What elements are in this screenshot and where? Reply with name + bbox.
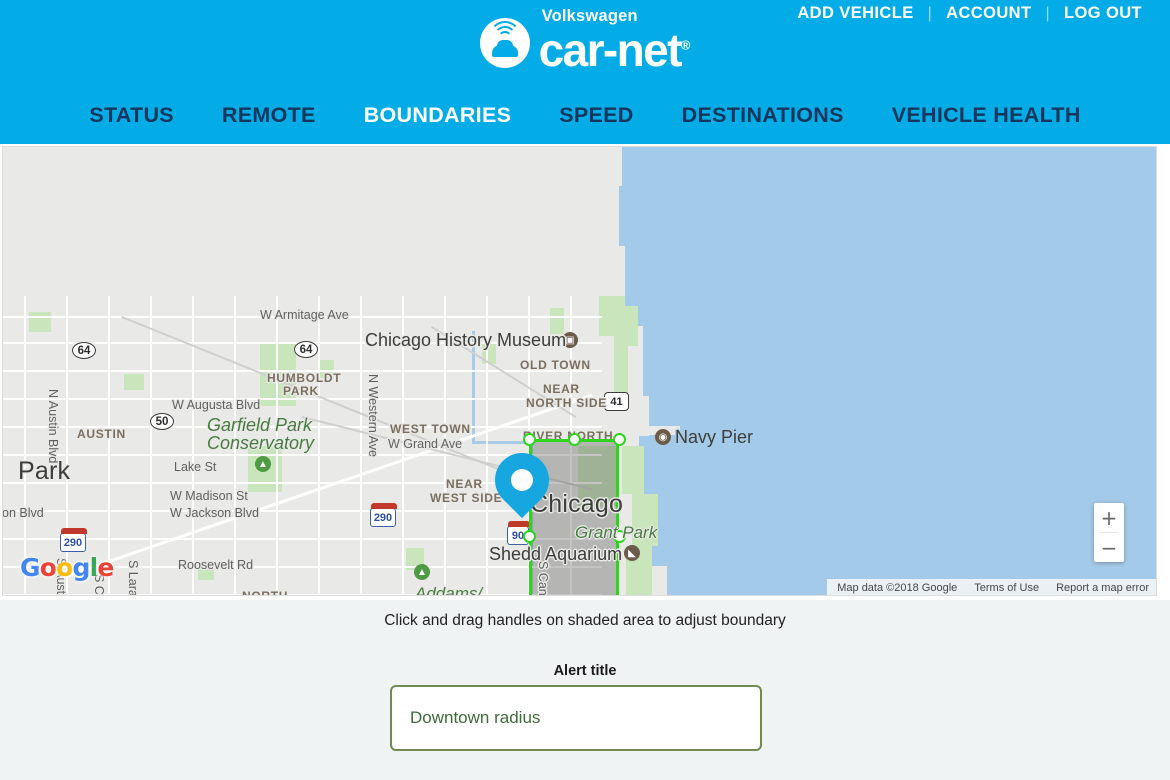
map-zoom-controls: + − [1094, 503, 1124, 562]
google-logo: Google [20, 553, 114, 582]
hood-label-north: NORTH [242, 589, 289, 596]
boundary-handle-n[interactable] [568, 433, 581, 446]
navy-pier-poi-icon[interactable]: ◉ [655, 429, 671, 445]
map-road-h4 [2, 398, 602, 400]
carnet-wifi-car-icon [479, 18, 530, 69]
hood-label-near-w: NEAR [446, 477, 483, 491]
park-poi-icon-garfield[interactable]: ▲ [255, 456, 271, 472]
street-label-s-laramie: S Laramie Ave [126, 560, 140, 596]
hood-label-humboldt-park: PARK [283, 384, 319, 398]
route-shield-290-a: 290 [370, 503, 397, 527]
boundary-handle-w[interactable] [523, 530, 536, 543]
alert-title-label: Alert title [553, 663, 617, 679]
map-shore-n2 [577, 186, 619, 246]
street-label-w-armitage: W Armitage Ave [260, 308, 349, 322]
hood-label-west-side: WEST SIDE [430, 491, 503, 505]
map-navy-pier-spit [622, 426, 680, 435]
map-road-v4 [150, 296, 152, 596]
map-park-grant [622, 446, 644, 494]
brand-manufacturer: Volkswagen [541, 7, 638, 25]
hood-label-near-s: NEAR [594, 594, 631, 596]
route-shield-64-w: 64 [72, 342, 96, 359]
park-poi-icon-addams[interactable]: ▲ [414, 564, 430, 580]
nav-vehicle-health[interactable]: VEHICLE HEALTH [868, 103, 1105, 128]
place-label-navy-pier: Navy Pier [675, 427, 754, 447]
map-road-v8 [318, 296, 320, 596]
boundary-hint-text: Click and drag handles on shaded area to… [384, 612, 786, 629]
report-map-error-link[interactable]: Report a map error [1056, 582, 1149, 594]
street-label-roosevelt: Roosevelt Rd [178, 558, 254, 572]
brand-logo[interactable]: Volkswagen car-net® [0, 8, 1170, 73]
park-label-addams: Addams/ [415, 584, 483, 596]
boundary-handle-ne[interactable] [613, 433, 626, 446]
map-road-v1 [24, 296, 26, 596]
street-label-s-canal: S Canal St [536, 561, 550, 596]
street-label-w-augusta: W Augusta Blvd [172, 398, 261, 412]
terms-of-use-link[interactable]: Terms of Use [974, 582, 1039, 594]
street-label-w-madison: W Madison St [170, 489, 248, 503]
park-label-conservatory: Conservatory [207, 433, 315, 453]
nav-boundaries[interactable]: BOUNDARIES [340, 103, 536, 128]
zoom-in-button[interactable]: + [1094, 503, 1124, 532]
map-data-credit: Map data ©2018 Google [837, 581, 958, 594]
route-shield-41-n: 41 [604, 392, 629, 411]
hood-label-old-town: OLD TOWN [520, 358, 591, 372]
hood-label-austin: AUSTIN [77, 427, 126, 441]
aquarium-poi-icon[interactable]: ◣ [624, 545, 640, 561]
hood-label-humboldt: HUMBOLDT [267, 371, 342, 385]
boundary-map[interactable]: ▣ ◉ ◣ ▲ ▲ 64 64 50 50 50 41 41 290 290 9… [2, 146, 1157, 596]
map-road-h8 [2, 510, 602, 512]
city-label-park: Park [18, 457, 71, 485]
park-label-grant: Grant Park [575, 523, 658, 542]
nav-destinations[interactable]: DESTINATIONS [658, 103, 868, 128]
place-label-shedd-aquarium: Shedd Aquarium [489, 544, 623, 564]
vehicle-map-pin-icon[interactable] [483, 441, 561, 519]
street-label-on-blvd: on Blvd [2, 506, 44, 520]
nav-speed[interactable]: SPEED [535, 103, 657, 128]
map-road-v5 [192, 296, 194, 596]
street-label-w-grand: W Grand Ave [388, 437, 463, 451]
alert-title-input[interactable] [390, 685, 762, 751]
main-nav: STATUS REMOTE BOUNDARIES SPEED DESTINATI… [0, 103, 1170, 128]
map-attribution: Map data ©2018 Google Terms of Use Repor… [827, 579, 1157, 596]
map-road-v9 [360, 296, 362, 596]
hood-label-north-side: NORTH SIDE [526, 396, 608, 410]
street-label-n-western: N Western Ave [366, 374, 380, 457]
map-card: ▣ ◉ ◣ ▲ ▲ 64 64 50 50 50 41 41 290 290 9… [0, 144, 1170, 600]
registered-mark: ® [680, 37, 691, 53]
map-shore-n1 [562, 146, 622, 186]
nav-remote[interactable]: REMOTE [198, 103, 340, 128]
route-shield-64-e: 64 [294, 341, 318, 358]
place-label-chicago-history-museum: Chicago History Museum [365, 330, 567, 350]
map-road-v3 [108, 296, 110, 596]
hood-label-west-town: WEST TOWN [390, 422, 471, 436]
map-park-lincoln2 [599, 296, 625, 336]
route-shield-290-b: 290 [60, 528, 87, 552]
map-park-a [29, 312, 51, 332]
street-label-n-austin: N Austin Blvd [46, 389, 60, 464]
map-park-b [124, 374, 144, 390]
boundary-handle-nw[interactable] [523, 433, 536, 446]
brand-product: car-net® [538, 23, 691, 76]
street-label-w-jackson: W Jackson Blvd [170, 506, 259, 520]
hood-label-near: NEAR [543, 382, 580, 396]
street-label-lake-st: Lake St [174, 460, 217, 474]
zoom-out-button[interactable]: − [1094, 533, 1124, 562]
page-root: ADD VEHICLE | ACCOUNT | LOG OUT Volkswag… [0, 0, 1170, 780]
route-shield-50-a: 50 [150, 413, 174, 430]
nav-status[interactable]: STATUS [65, 103, 198, 128]
site-header: ADD VEHICLE | ACCOUNT | LOG OUT Volkswag… [0, 0, 1170, 144]
